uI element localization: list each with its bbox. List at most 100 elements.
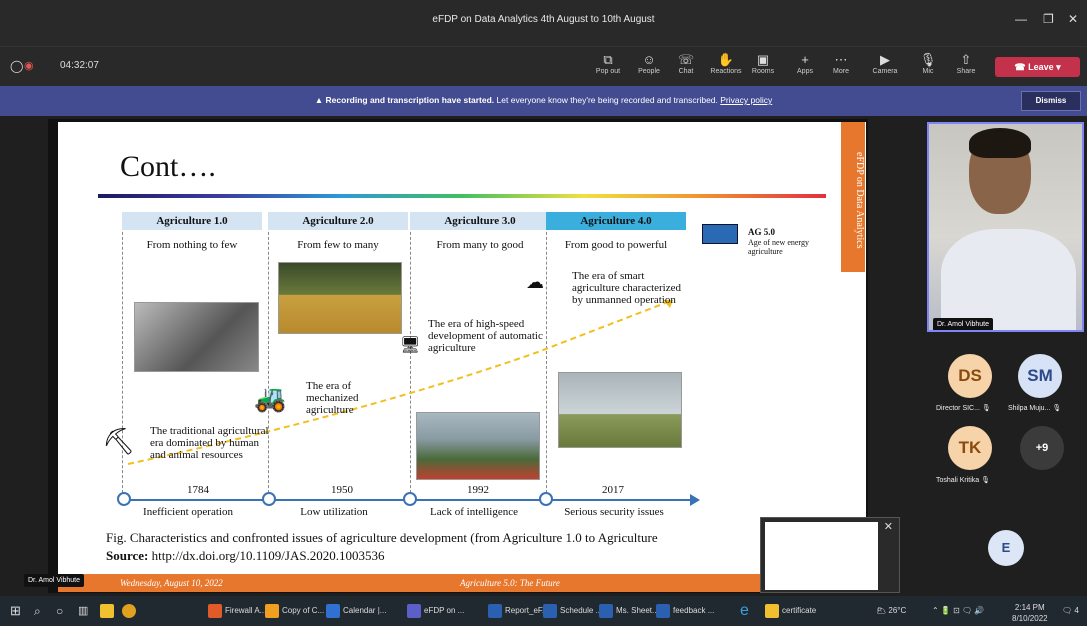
taskbar-item[interactable]: certificate [765,596,816,626]
notifications-icon[interactable]: 🗨 4 [1062,596,1079,626]
weather-icon[interactable]: 🌥 26°C [876,596,906,626]
toolbar-label: Pop out [595,68,621,75]
taskbar-item-label: Calendar |... [343,606,387,615]
mic-button[interactable]: 🎙 Mic [910,52,946,75]
pop-out-button[interactable]: ⧉ Pop out [590,52,626,75]
toolbar-label: Rooms [751,68,775,75]
shield-icon: ◯ [10,59,24,73]
taskbar-item[interactable]: Calendar |... [326,596,386,626]
camera-button[interactable]: ▶ Camera [867,52,903,75]
chat-icon: ☏ [677,52,695,67]
apps-button[interactable]: + Apps [787,52,823,75]
warning-icon: ▲ [314,95,324,105]
windows-taskbar: ⊞ ⌕ ○ ▥ Firewall A... Copy of C... Calenda… [0,596,1087,626]
toolbar-label: Share [956,68,976,75]
title-bar: eFDP on Data Analytics 4th August to 10t… [0,0,1087,46]
solar-panel-icon [702,224,738,244]
mic-off-icon: 🎙 [981,405,991,412]
taskbar-item[interactable]: feedback ... [656,596,714,626]
taskbar-item[interactable]: Firewall A... [208,596,266,626]
timeline-year: 1784 [187,484,209,496]
share-button[interactable]: ⇧ Share [948,52,984,75]
taskbar-item-label: eFDP on ... [424,606,465,615]
participant-avatar[interactable]: DS [948,354,992,398]
windows-start-icon[interactable]: ⊞ [10,596,21,626]
close-icon[interactable]: ✕ [1068,12,1078,26]
shared-window-thumbnail[interactable]: ✕ [760,517,900,593]
taskbar-item[interactable]: eFDP on ... [407,596,464,626]
self-avatar[interactable]: E [988,530,1024,566]
app-icon [656,603,670,618]
tray-icons[interactable]: ⌃ 🔋 ⊡ 🗨 🔊 [932,596,984,626]
maximize-icon[interactable]: ❐ [1043,12,1054,26]
dismiss-button[interactable]: Dismiss [1021,91,1081,111]
app-icon [208,603,222,618]
cortana-icon[interactable]: ○ [56,596,63,626]
presenter-name-label: Dr. Amol Vibhute [24,574,85,587]
app-icon [599,603,613,618]
ag5-description: Age of new energy agriculture [748,238,809,256]
timeline-issue: Inefficient operation [143,506,233,518]
cloud-brain-icon: ☁ [526,272,544,292]
timeline-issue: Lack of intelligence [430,506,518,518]
people-icon: ☺ [642,52,656,67]
pop-out-icon: ⧉ [603,52,613,67]
presenter-torso [941,229,1076,330]
minimize-icon[interactable]: — [1015,12,1027,26]
timeline-arrow [690,494,700,506]
timeline-node [403,492,417,506]
file-explorer-icon[interactable] [100,596,117,626]
app-icon [326,603,340,618]
clock[interactable]: 2:14 PM 8/10/2022 [1012,602,1048,624]
app-icon [765,603,779,618]
timeline-node [117,492,131,506]
task-view-icon[interactable]: ▥ [78,596,88,626]
meeting-toolbar: ◯ ◉ 04:32:07 ⧉ Pop out ☺ People ☏ Chat ✋ Reacti… [0,46,1087,86]
close-thumbnail-icon[interactable]: ✕ [884,520,893,533]
more-button[interactable]: ⋯ More [823,52,859,75]
rainbow-divider [98,194,826,198]
toolbar-label: Reactions [710,68,742,75]
chrome-icon[interactable] [122,596,139,626]
participant-avatar[interactable]: TK [948,426,992,470]
presenter-video[interactable]: Dr. Amol Vibhute [927,122,1084,332]
recording-banner: ▲ Recording and transcription have start… [0,86,1087,116]
figure-caption: Fig. Characteristics and confronted issu… [106,530,658,545]
column-header: Agriculture 2.0 [268,212,408,230]
browser-icon[interactable]: e [740,596,749,626]
people-button[interactable]: ☺ People [631,52,667,75]
reactions-icon: ✋ [717,52,735,67]
video-name-label: Dr. Amol Vibhute [933,318,994,330]
leave-button[interactable]: ☎ Leave ▾ [995,57,1080,77]
banner-message: ▲ Recording and transcription have start… [314,95,773,105]
timeline-year: 1950 [331,484,353,496]
timeline-issue: Serious security issues [564,506,664,518]
toolbar-label: More [833,68,849,75]
meeting-timer: 04:32:07 [60,60,99,71]
more-participants-button[interactable]: +9 [1020,426,1064,470]
taskbar-item[interactable]: Ms. Sheet... [599,596,659,626]
taskbar-item[interactable]: Schedule ... [543,596,602,626]
timeline-node [262,492,276,506]
taskbar-item-label: Schedule ... [560,606,603,615]
chat-button[interactable]: ☏ Chat [668,52,704,75]
footer-date: Wednesday, August 10, 2022 [120,578,223,588]
taskbar-item[interactable]: Copy of C... [265,596,324,626]
privacy-policy-link[interactable]: Privacy policy [720,95,772,105]
participant-avatar[interactable]: SM [1018,354,1062,398]
mic-off-icon: 🎙 [1052,405,1062,412]
column-subtitle: From many to good [436,239,524,251]
column-header: Agriculture 3.0 [410,212,550,230]
share-icon: ⇧ [960,52,972,67]
taskbar-item[interactable]: Report_eF... [488,596,549,626]
document-preview [765,522,878,590]
ag5-title: AG 5.0 [748,227,775,237]
rooms-button[interactable]: ▣ Rooms [745,52,781,75]
slide-footer: Wednesday, August 10, 2022 Agriculture 5… [58,574,866,592]
reactions-button[interactable]: ✋ Reactions [708,52,744,75]
app-icon [543,603,557,618]
toolbar-label: Apps [797,68,813,75]
camera-icon: ▶ [880,52,890,67]
column-subtitle: From nothing to few [146,239,238,251]
search-icon[interactable]: ⌕ [34,596,41,626]
